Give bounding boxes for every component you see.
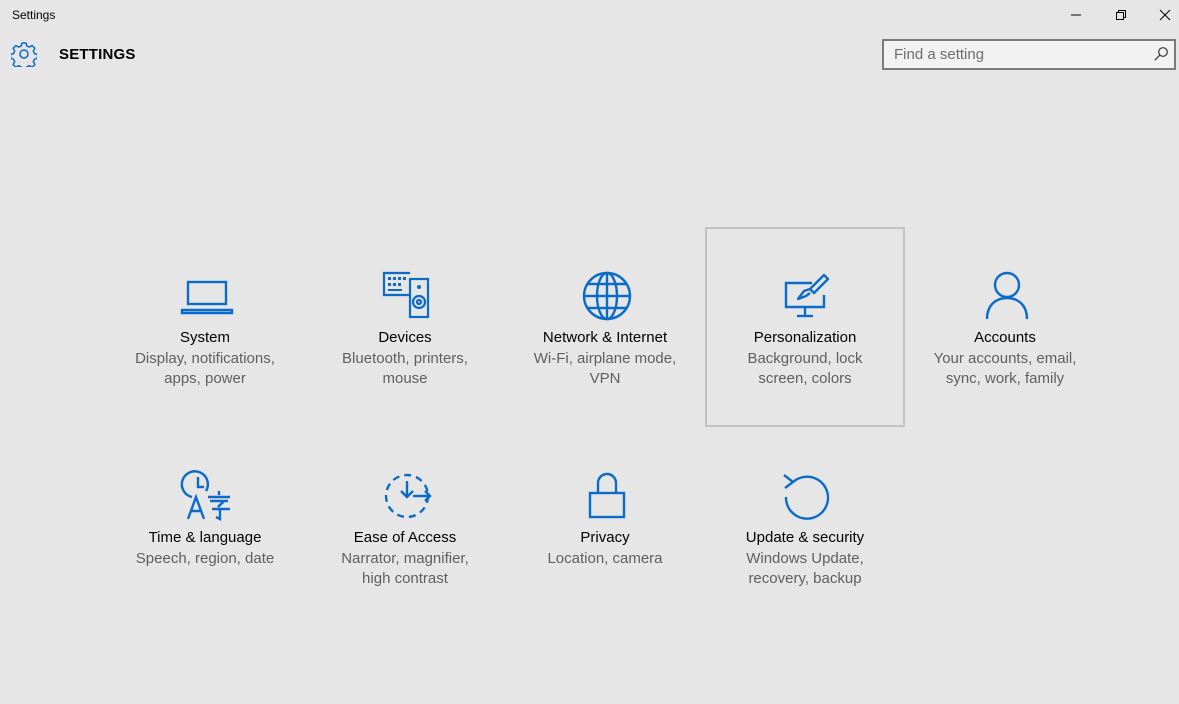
tile-label: Time & language [148, 529, 262, 546]
clock-language-icon [180, 470, 230, 521]
minimize-button[interactable] [1054, 0, 1098, 30]
globe-icon [582, 271, 632, 321]
tile-description: Display, notifications, apps, power [135, 350, 275, 387]
tile-accounts[interactable]: Accounts Your accounts, email, sync, work… [905, 227, 1105, 427]
tile-label: Update & security [745, 529, 865, 546]
restore-icon [1116, 10, 1126, 20]
tile-label: Accounts [974, 329, 1036, 346]
tile-time-language[interactable]: Time & language Speech, region, date [105, 427, 305, 627]
page-title: SETTINGS [59, 46, 136, 63]
tile-description: Your accounts, email, sync, work, family [933, 350, 1077, 387]
tile-description: Windows Update, recovery, backup [746, 550, 864, 587]
tile-label: Privacy [580, 529, 630, 546]
search-input[interactable] [884, 41, 1150, 68]
tile-update-security[interactable]: Update & security Windows Update, recover… [705, 427, 905, 627]
tile-description: Location, camera [547, 550, 663, 567]
minimize-icon [1071, 14, 1081, 16]
tile-ease-of-access[interactable]: Ease of Access Narrator, magnifier, high … [305, 427, 505, 627]
search-icon[interactable] [1153, 46, 1169, 62]
keyboard-speaker-icon [382, 271, 430, 319]
gear-icon [11, 42, 37, 67]
close-button[interactable] [1143, 0, 1179, 30]
page-header: SETTINGS [0, 36, 1179, 76]
tile-devices[interactable]: Devices Bluetooth, printers, mouse [305, 227, 505, 427]
tile-label: System [179, 329, 230, 346]
tile-network-internet[interactable]: Network & Internet Wi-Fi, airplane mode,… [505, 227, 705, 427]
tile-label: Personalization [753, 329, 857, 346]
tile-personalization[interactable]: Personalization Background, lock screen, … [705, 227, 905, 427]
title-bar: Settings [0, 0, 1179, 30]
monitor-brush-icon [784, 273, 830, 318]
close-icon [1159, 9, 1171, 21]
tile-description: Bluetooth, printers, mouse [342, 350, 468, 387]
window-title: Settings [12, 8, 56, 22]
tile-label: Ease of Access [353, 529, 457, 546]
tile-description: Background, lock screen, colors [747, 350, 863, 387]
lock-icon [588, 472, 626, 519]
tile-label: Devices [378, 329, 432, 346]
tile-label: Network & Internet [542, 329, 668, 346]
tile-privacy[interactable]: Privacy Location, camera [505, 427, 705, 627]
refresh-icon [783, 474, 830, 520]
ease-of-access-icon [384, 473, 432, 519]
tile-description: Wi-Fi, airplane mode, VPN [533, 350, 677, 387]
tile-system[interactable]: System Display, notifications, apps, powe… [105, 227, 305, 427]
search-box[interactable] [882, 39, 1176, 70]
person-icon [985, 271, 1029, 320]
tile-description: Speech, region, date [135, 550, 275, 567]
laptop-icon [180, 280, 234, 315]
tile-description: Narrator, magnifier, high contrast [341, 550, 469, 587]
restore-button[interactable] [1099, 0, 1143, 30]
